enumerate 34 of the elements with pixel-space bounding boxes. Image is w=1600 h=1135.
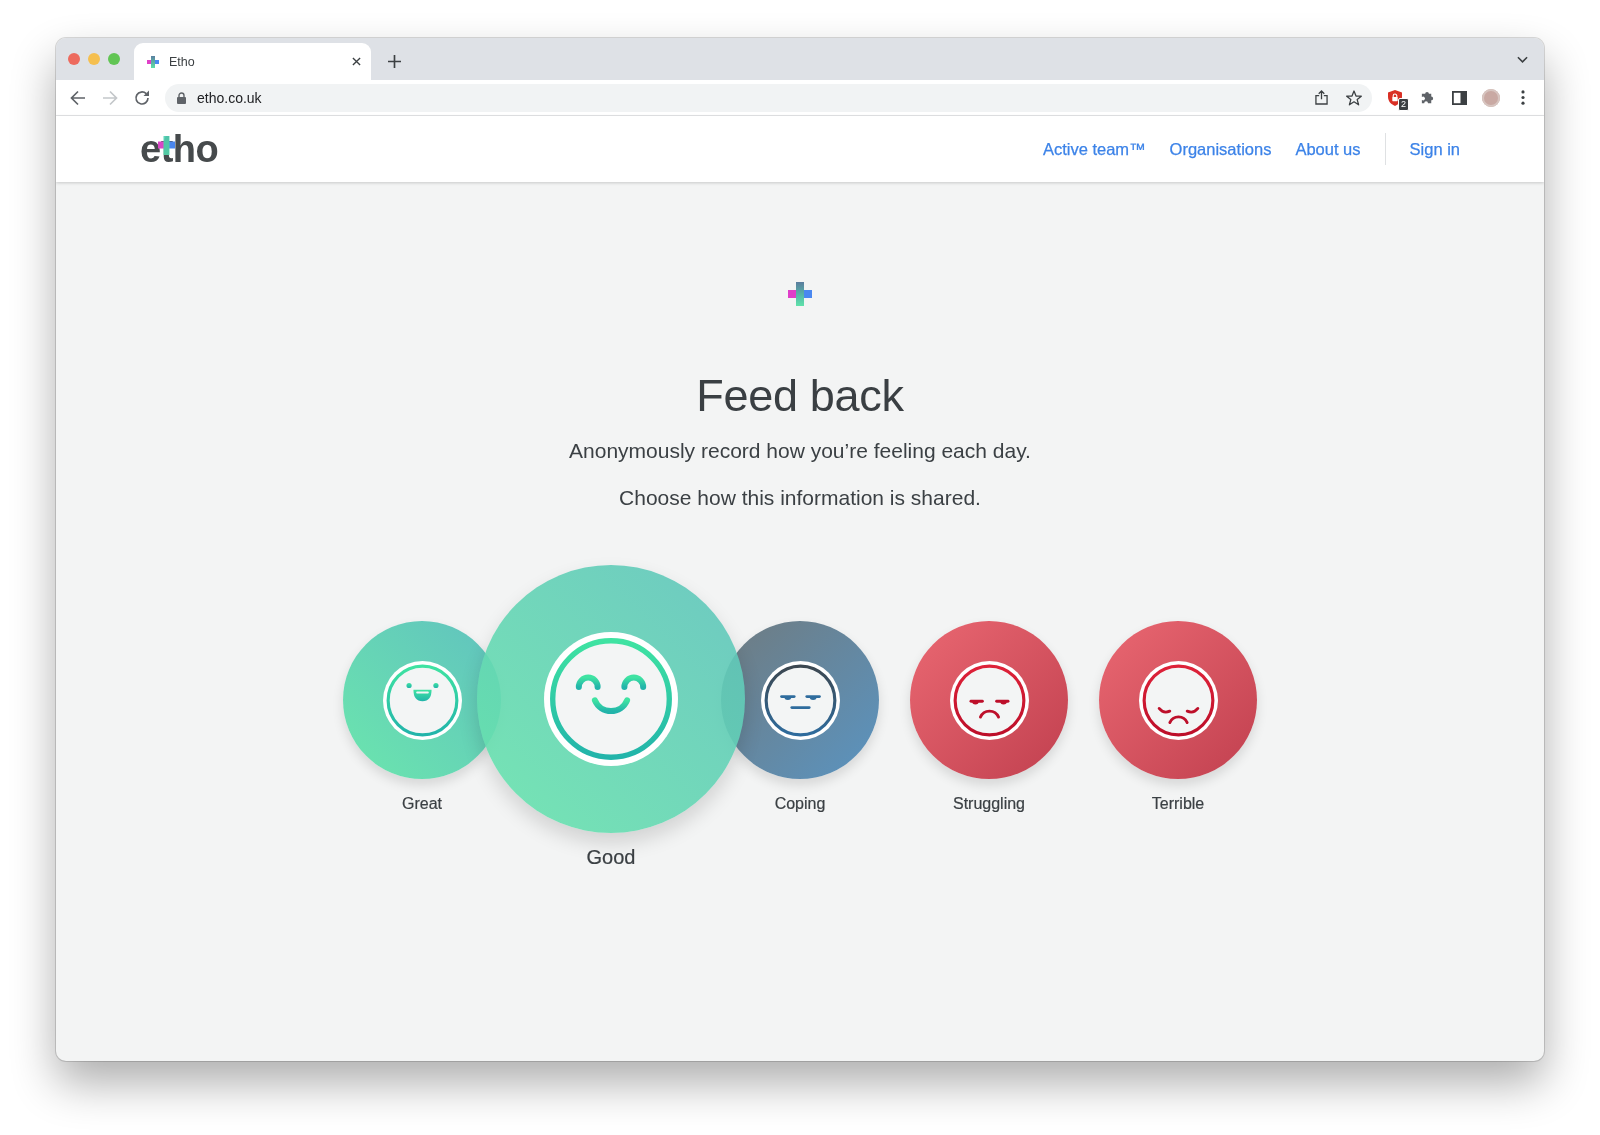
smiling-face-icon <box>544 632 678 766</box>
address-bar[interactable]: etho.co.uk <box>165 83 1372 112</box>
nav-link[interactable]: About us <box>1295 139 1361 159</box>
reload-icon[interactable] <box>134 89 150 106</box>
mood-label: Great <box>402 794 442 814</box>
close-icon[interactable] <box>352 57 361 66</box>
plus-logo-icon <box>158 136 175 155</box>
neutral-face-icon <box>760 660 840 740</box>
subtitle-text: Choose how this information is shared. <box>619 485 981 511</box>
plus-logo-icon <box>147 55 159 68</box>
nav-link[interactable]: Active team™ <box>1042 139 1146 159</box>
star-icon[interactable] <box>1346 89 1362 106</box>
mood-label: Terrible <box>1151 794 1205 814</box>
subtitle-text: Anonymously record how you’re feeling each day. <box>569 438 1031 464</box>
nav-link[interactable]: Organisations <box>1169 139 1272 159</box>
side-panel-icon[interactable] <box>1451 90 1467 105</box>
plus-logo-icon <box>788 282 812 306</box>
grinning-face-icon <box>382 660 462 740</box>
plus-icon[interactable] <box>388 55 401 68</box>
chevron-down-icon[interactable] <box>1517 56 1528 63</box>
page-title: Feed back <box>696 369 904 423</box>
sign-in-link[interactable]: Sign in <box>1409 139 1460 159</box>
mood-label: Struggling <box>952 794 1025 814</box>
lock-icon <box>177 91 186 104</box>
browser-tab[interactable]: Etho <box>134 43 371 80</box>
logo[interactable]: etho <box>140 130 219 168</box>
puzzle-icon[interactable] <box>1419 90 1435 105</box>
more-icon[interactable] <box>1521 90 1525 105</box>
share-icon[interactable] <box>1315 90 1328 105</box>
sad-face-icon <box>1138 660 1218 740</box>
back-arrow-icon[interactable] <box>70 89 86 106</box>
frowning-face-icon <box>949 660 1029 740</box>
mood-label: Good <box>586 845 636 870</box>
mood-label: Coping <box>774 794 826 814</box>
